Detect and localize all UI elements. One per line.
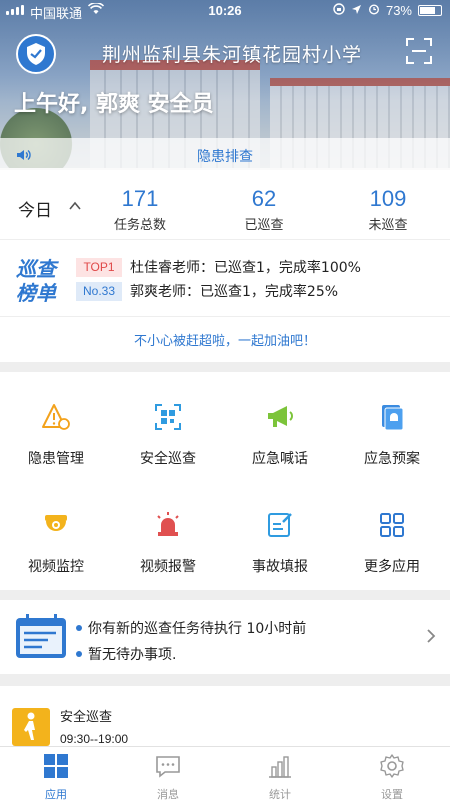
app-label: 视频报警 (140, 559, 196, 575)
chevron-up-icon[interactable] (68, 198, 82, 212)
app-emergency-broadcast[interactable]: 应急喊话 (224, 402, 336, 468)
chevron-right-icon[interactable] (426, 628, 436, 644)
app-hazard-management[interactable]: 隐患管理 (0, 402, 112, 468)
task-text: 暂无待办事项. (88, 647, 177, 663)
stat-unpatrolled[interactable]: 109 未巡查 (338, 186, 438, 233)
stat-value: 109 (369, 186, 407, 211)
stat-value: 171 (121, 186, 159, 211)
rank-text: 杜佳睿老师：已巡查1，完成率100% (130, 260, 361, 276)
stat-value: 62 (251, 186, 277, 211)
school-title: 荆州监利县朱河镇花园村小学 (101, 44, 362, 66)
task-notifications[interactable]: 你有新的巡查任务待执行 10小时前 暂无待办事项. (0, 600, 450, 674)
app-video-alarm[interactable]: 视频报警 (112, 510, 224, 576)
stat-total[interactable]: 171 任务总数 (90, 186, 190, 233)
ranking-logo: 巡查 榜单 (16, 257, 59, 304)
greeting-text: 上午好, 郭爽 安全员 (14, 92, 214, 117)
gear-icon (380, 754, 404, 778)
camera-icon (45, 515, 67, 531)
alarm-icon (368, 3, 380, 18)
rank-tag: TOP1 (76, 257, 122, 277)
edit-form-icon (268, 513, 292, 537)
location-icon (351, 3, 362, 18)
megaphone-icon (268, 406, 293, 427)
ranking-row: No.33 郭爽老师：已巡查1，完成率25% (76, 280, 338, 302)
qr-scan-icon (155, 404, 181, 430)
task-line: 你有新的巡查任务待执行 10小时前 (76, 618, 306, 638)
daily-stats: 今日 171 任务总数 62 已巡查 109 未巡查 (0, 170, 450, 240)
tab-apps[interactable]: 应用 (0, 753, 112, 800)
apps-grid-icon (44, 754, 68, 778)
task-text: 你有新的巡查任务待执行 10小时前 (88, 621, 307, 637)
alarm-light-icon (157, 512, 179, 536)
rank-tag: No.33 (76, 281, 122, 301)
tab-label: 设置 (381, 788, 403, 800)
battery-percent: 73% (385, 3, 412, 18)
app-emergency-plan[interactable]: 应急预案 (336, 402, 448, 468)
cheer-text: 不小心被赶超啦，一起加油吧！ (133, 334, 316, 349)
app-logo[interactable] (16, 34, 56, 74)
calendar-illustration-icon (16, 614, 66, 658)
rotation-lock-icon (333, 3, 345, 18)
tab-bar: 应用 消息 统计 设置 (0, 746, 450, 800)
patrol-ranking[interactable]: 巡查 榜单 TOP1 杜佳睿老师：已巡查1，完成率100% No.33 郭爽老师… (0, 240, 450, 362)
ranking-logo-bottom: 榜单 (16, 281, 58, 304)
app-label: 应急预案 (364, 451, 420, 467)
emergency-plan-icon (382, 405, 404, 431)
shield-icon (27, 43, 45, 65)
tab-label: 统计 (269, 788, 291, 800)
grid-icon (380, 513, 404, 537)
ranking-logo-top: 巡查 (16, 257, 59, 281)
rank-text: 郭爽老师：已巡查1，完成率25% (130, 284, 339, 300)
task-line: 暂无待办事项. (76, 644, 176, 664)
app-grid: 隐患管理 安全巡查 应急喊话 应急预案 视频监控 视频报警 事故填报 更多应用 (0, 372, 450, 590)
app-label: 应急喊话 (252, 451, 308, 467)
app-label: 视频监控 (28, 559, 84, 575)
app-label: 安全巡查 (140, 451, 196, 467)
walking-person-icon (12, 708, 50, 746)
ranking-row: TOP1 杜佳睿老师：已巡查1，完成率100% (76, 256, 361, 278)
bar-chart-icon (269, 756, 291, 778)
tab-label: 应用 (45, 788, 67, 800)
scan-icon[interactable] (406, 38, 432, 64)
stat-label: 已巡查 (244, 218, 284, 233)
status-bar: 中国联通 10:26 73% (0, 0, 450, 22)
app-more[interactable]: 更多应用 (336, 510, 448, 576)
app-accident-report[interactable]: 事故填报 (224, 510, 336, 576)
stat-label: 未巡查 (368, 218, 408, 233)
app-label: 更多应用 (364, 559, 420, 575)
patrol-time: 09:30--19:00 (60, 732, 129, 746)
patrol-title: 安全巡查 (60, 710, 113, 725)
message-icon (156, 756, 180, 778)
tab-messages[interactable]: 消息 (112, 753, 224, 800)
battery-icon (418, 5, 442, 16)
stat-patrolled[interactable]: 62 已巡查 (214, 186, 314, 233)
app-label: 事故填报 (252, 559, 308, 575)
notice-text: 隐患排查 (197, 149, 253, 165)
stat-label: 任务总数 (113, 218, 166, 233)
tab-statistics[interactable]: 统计 (224, 753, 336, 800)
hazard-warning-icon (42, 404, 70, 430)
notice-bar[interactable]: 隐患排查 (0, 138, 450, 170)
app-safety-patrol[interactable]: 安全巡查 (112, 402, 224, 468)
app-video-monitor[interactable]: 视频监控 (0, 510, 112, 576)
period-selector[interactable]: 今日 (18, 196, 52, 221)
patrol-card[interactable]: 安全巡查 09:30--19:00 (0, 686, 450, 746)
tab-settings[interactable]: 设置 (336, 753, 448, 800)
tab-label: 消息 (157, 788, 179, 800)
app-label: 隐患管理 (28, 451, 84, 467)
